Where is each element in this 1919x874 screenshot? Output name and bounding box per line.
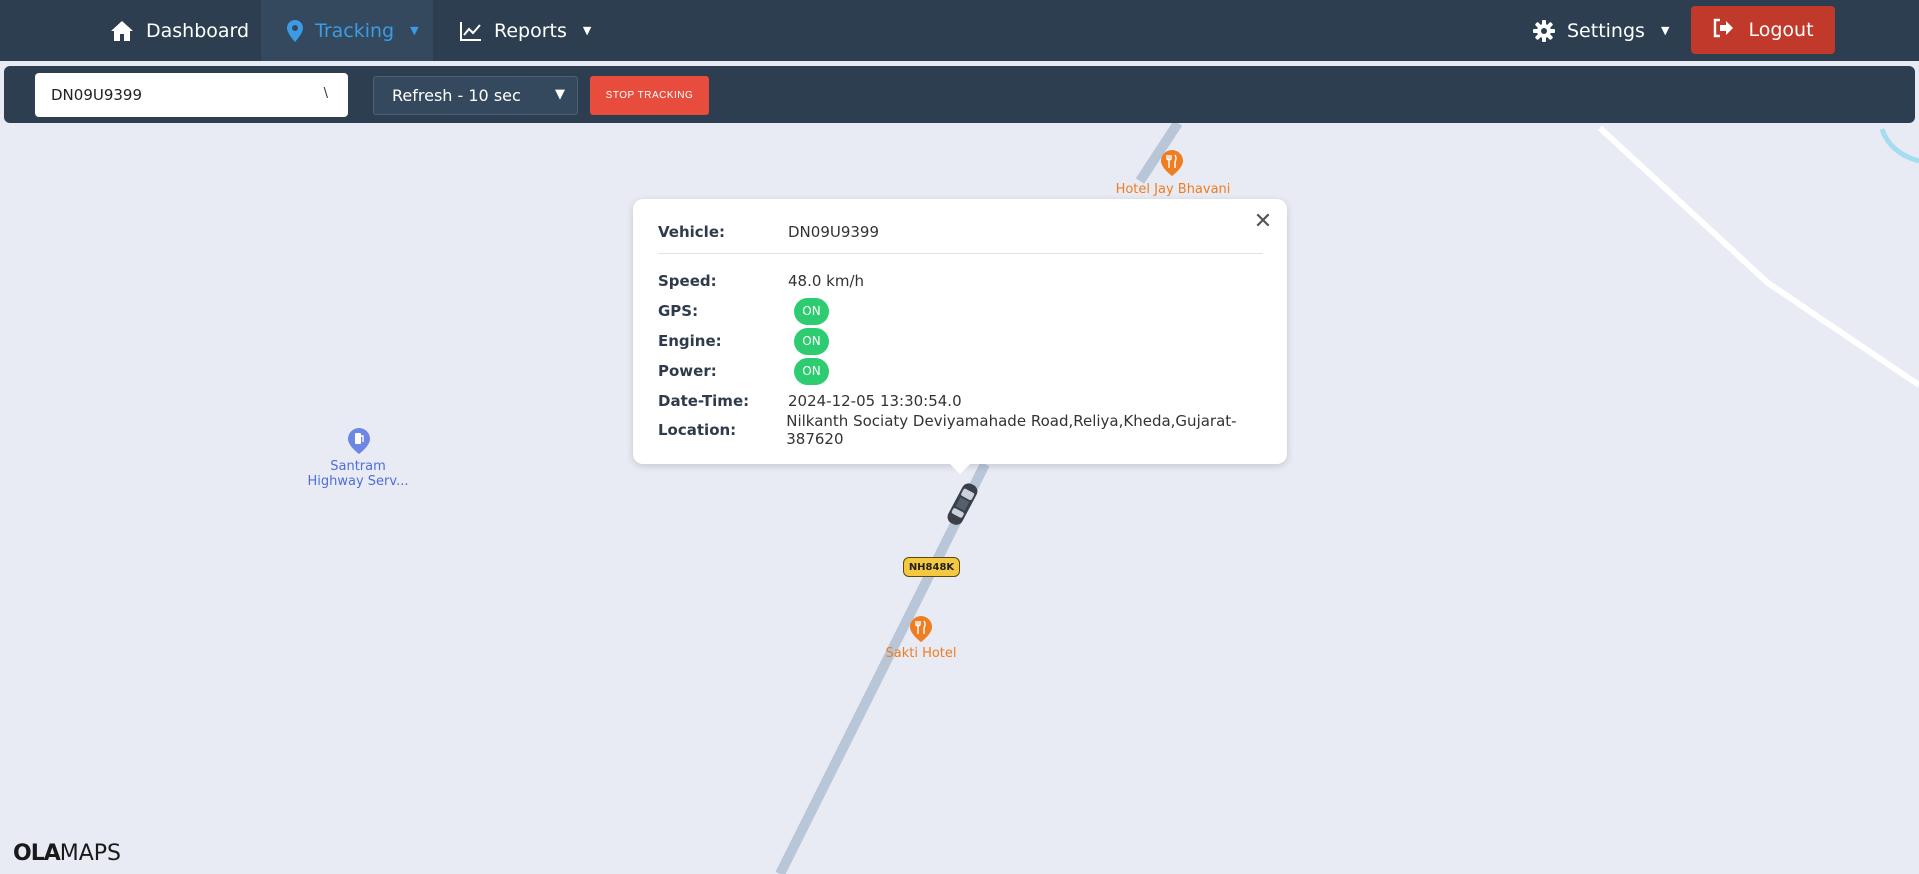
tracking-toolbar: DN09U9399 \ Refresh - 10 sec ▼ STOP TRAC…	[4, 66, 1915, 123]
location-value: Nilkanth Sociaty Deviyamahade Road,Reliy…	[786, 412, 1237, 448]
vehicle-info-popup: ✕ Vehicle: DN09U9399 Speed: 48.0 km/h GP…	[633, 199, 1287, 474]
vehicle-select[interactable]: DN09U9399 \	[35, 73, 348, 117]
restaurant-pin-icon[interactable]	[909, 616, 933, 642]
engine-label: Engine:	[658, 332, 722, 350]
speed-label: Speed:	[658, 272, 717, 290]
popup-row-speed: Speed: 48.0 km/h	[658, 270, 864, 292]
poi-label-santram[interactable]: Santram Highway Serv...	[288, 459, 428, 489]
vehicle-value: DN09U9399	[788, 223, 880, 241]
location-label: Location:	[658, 421, 737, 439]
logo-light-text: MAPS	[59, 841, 122, 866]
gear-icon	[1533, 19, 1555, 42]
fuel-pin-icon[interactable]	[347, 428, 371, 454]
stop-tracking-button[interactable]: STOP TRACKING	[590, 76, 709, 115]
speed-value: 48.0 km/h	[788, 272, 865, 290]
select-arrow-icon: \	[323, 86, 328, 101]
chevron-down-icon: ▼	[582, 24, 592, 37]
logout-label: Logout	[1748, 19, 1814, 41]
stop-tracking-label: STOP TRACKING	[605, 90, 694, 101]
vehicle-select-value: DN09U9399	[51, 86, 143, 104]
refresh-interval-select[interactable]: Refresh - 10 sec ▼	[373, 76, 578, 115]
map-pin-icon	[287, 19, 303, 42]
popup-row-engine: Engine: ON	[658, 327, 829, 355]
poi-label-santram-line1: Santram	[330, 459, 386, 474]
chevron-down-icon: ▼	[555, 87, 565, 102]
nav-tracking[interactable]: Tracking ▼	[261, 0, 433, 61]
chevron-down-icon: ▼	[1660, 24, 1670, 37]
nav-tracking-label: Tracking	[315, 19, 395, 42]
gps-status-badge: ON	[794, 297, 829, 325]
logo-bold-text: OLA	[13, 841, 61, 866]
power-status-badge: ON	[794, 357, 829, 385]
popup-row-location: Location: Nilkanth Sociaty Deviyamahade …	[658, 412, 1287, 448]
nav-dashboard-label: Dashboard	[146, 19, 250, 42]
engine-status-badge: ON	[794, 327, 829, 355]
poi-label-sakti-hotel[interactable]: Sakti Hotel	[866, 646, 976, 661]
nav-settings-label: Settings	[1567, 19, 1645, 42]
popup-row-power: Power: ON	[658, 357, 829, 385]
datetime-label: Date-Time:	[658, 392, 750, 410]
vehicle-label: Vehicle:	[658, 223, 725, 241]
datetime-value: 2024-12-05 13:30:54.0	[788, 392, 962, 410]
refresh-select-value: Refresh - 10 sec	[392, 86, 521, 105]
nav-reports-label: Reports	[494, 19, 567, 42]
sign-out-icon	[1712, 18, 1734, 43]
chevron-down-icon: ▼	[410, 24, 419, 37]
home-icon	[110, 20, 134, 42]
nav-reports[interactable]: Reports ▼	[460, 0, 591, 61]
close-icon[interactable]: ✕	[1251, 209, 1275, 234]
restaurant-pin-icon[interactable]	[1160, 150, 1184, 176]
popup-row-vehicle: Vehicle: DN09U9399	[658, 221, 879, 243]
popup-divider	[658, 253, 1263, 254]
top-navbar: Dashboard Tracking ▼ Reports ▼ Settings …	[0, 0, 1919, 61]
map-provider-logo: OLAMAPS	[13, 841, 121, 866]
poi-label-hotel-jay-bhavani[interactable]: Hotel Jay Bhavani	[1107, 182, 1239, 197]
highway-shield: NH848K	[903, 557, 960, 577]
nav-dashboard[interactable]: Dashboard	[110, 0, 249, 61]
poi-label-santram-line2: Highway Serv...	[307, 474, 409, 489]
nav-settings[interactable]: Settings ▼	[1533, 0, 1669, 61]
popup-row-datetime: Date-Time: 2024-12-05 13:30:54.0	[658, 390, 962, 412]
line-chart-icon	[460, 21, 482, 41]
power-label: Power:	[658, 362, 717, 380]
gps-label: GPS:	[658, 302, 699, 320]
logout-button[interactable]: Logout	[1691, 6, 1835, 54]
vehicle-marker-icon[interactable]	[942, 477, 982, 533]
popup-row-gps: GPS: ON	[658, 297, 829, 325]
